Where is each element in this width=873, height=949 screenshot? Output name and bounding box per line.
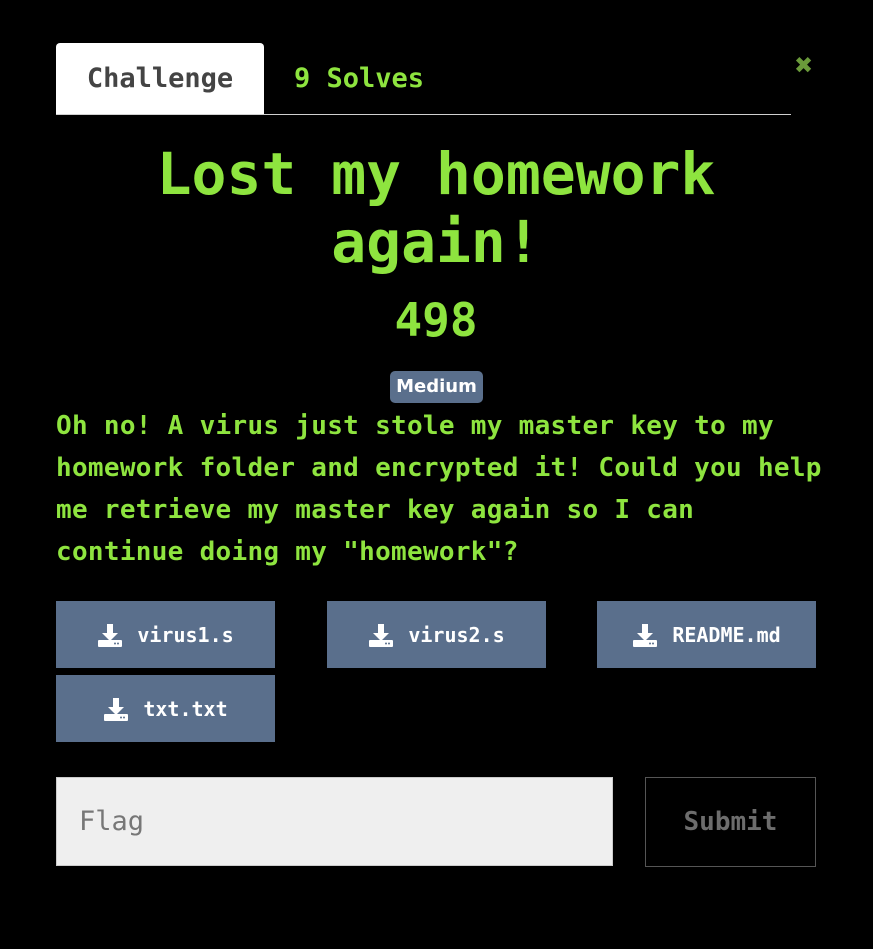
tab-bar: Challenge 9 Solves: [56, 43, 791, 115]
tab-solves[interactable]: 9 Solves: [294, 43, 424, 114]
download-button-virus2[interactable]: virus2.s: [327, 601, 546, 668]
file-name: txt.txt: [143, 696, 228, 721]
download-button-txt[interactable]: txt.txt: [56, 675, 275, 742]
download-button-virus1[interactable]: virus1.s: [56, 601, 275, 668]
download-icon: [632, 622, 658, 648]
challenge-title: Lost my homework again!: [156, 140, 716, 276]
file-name: virus1.s: [137, 622, 234, 647]
download-button-readme[interactable]: README.md: [597, 601, 816, 668]
file-name: virus2.s: [408, 622, 505, 647]
file-name: README.md: [672, 622, 781, 647]
submit-button[interactable]: Submit: [645, 777, 816, 867]
download-icon: [368, 622, 394, 648]
download-icon: [97, 622, 123, 648]
difficulty-badge: Medium: [390, 371, 483, 403]
tab-challenge[interactable]: Challenge: [56, 43, 264, 114]
challenge-description: Oh no! A virus just stole my master key …: [56, 411, 822, 567]
close-icon[interactable]: ✖: [790, 51, 818, 81]
flag-input[interactable]: [56, 777, 613, 866]
challenge-points: 498: [394, 293, 478, 347]
download-icon: [103, 696, 129, 722]
